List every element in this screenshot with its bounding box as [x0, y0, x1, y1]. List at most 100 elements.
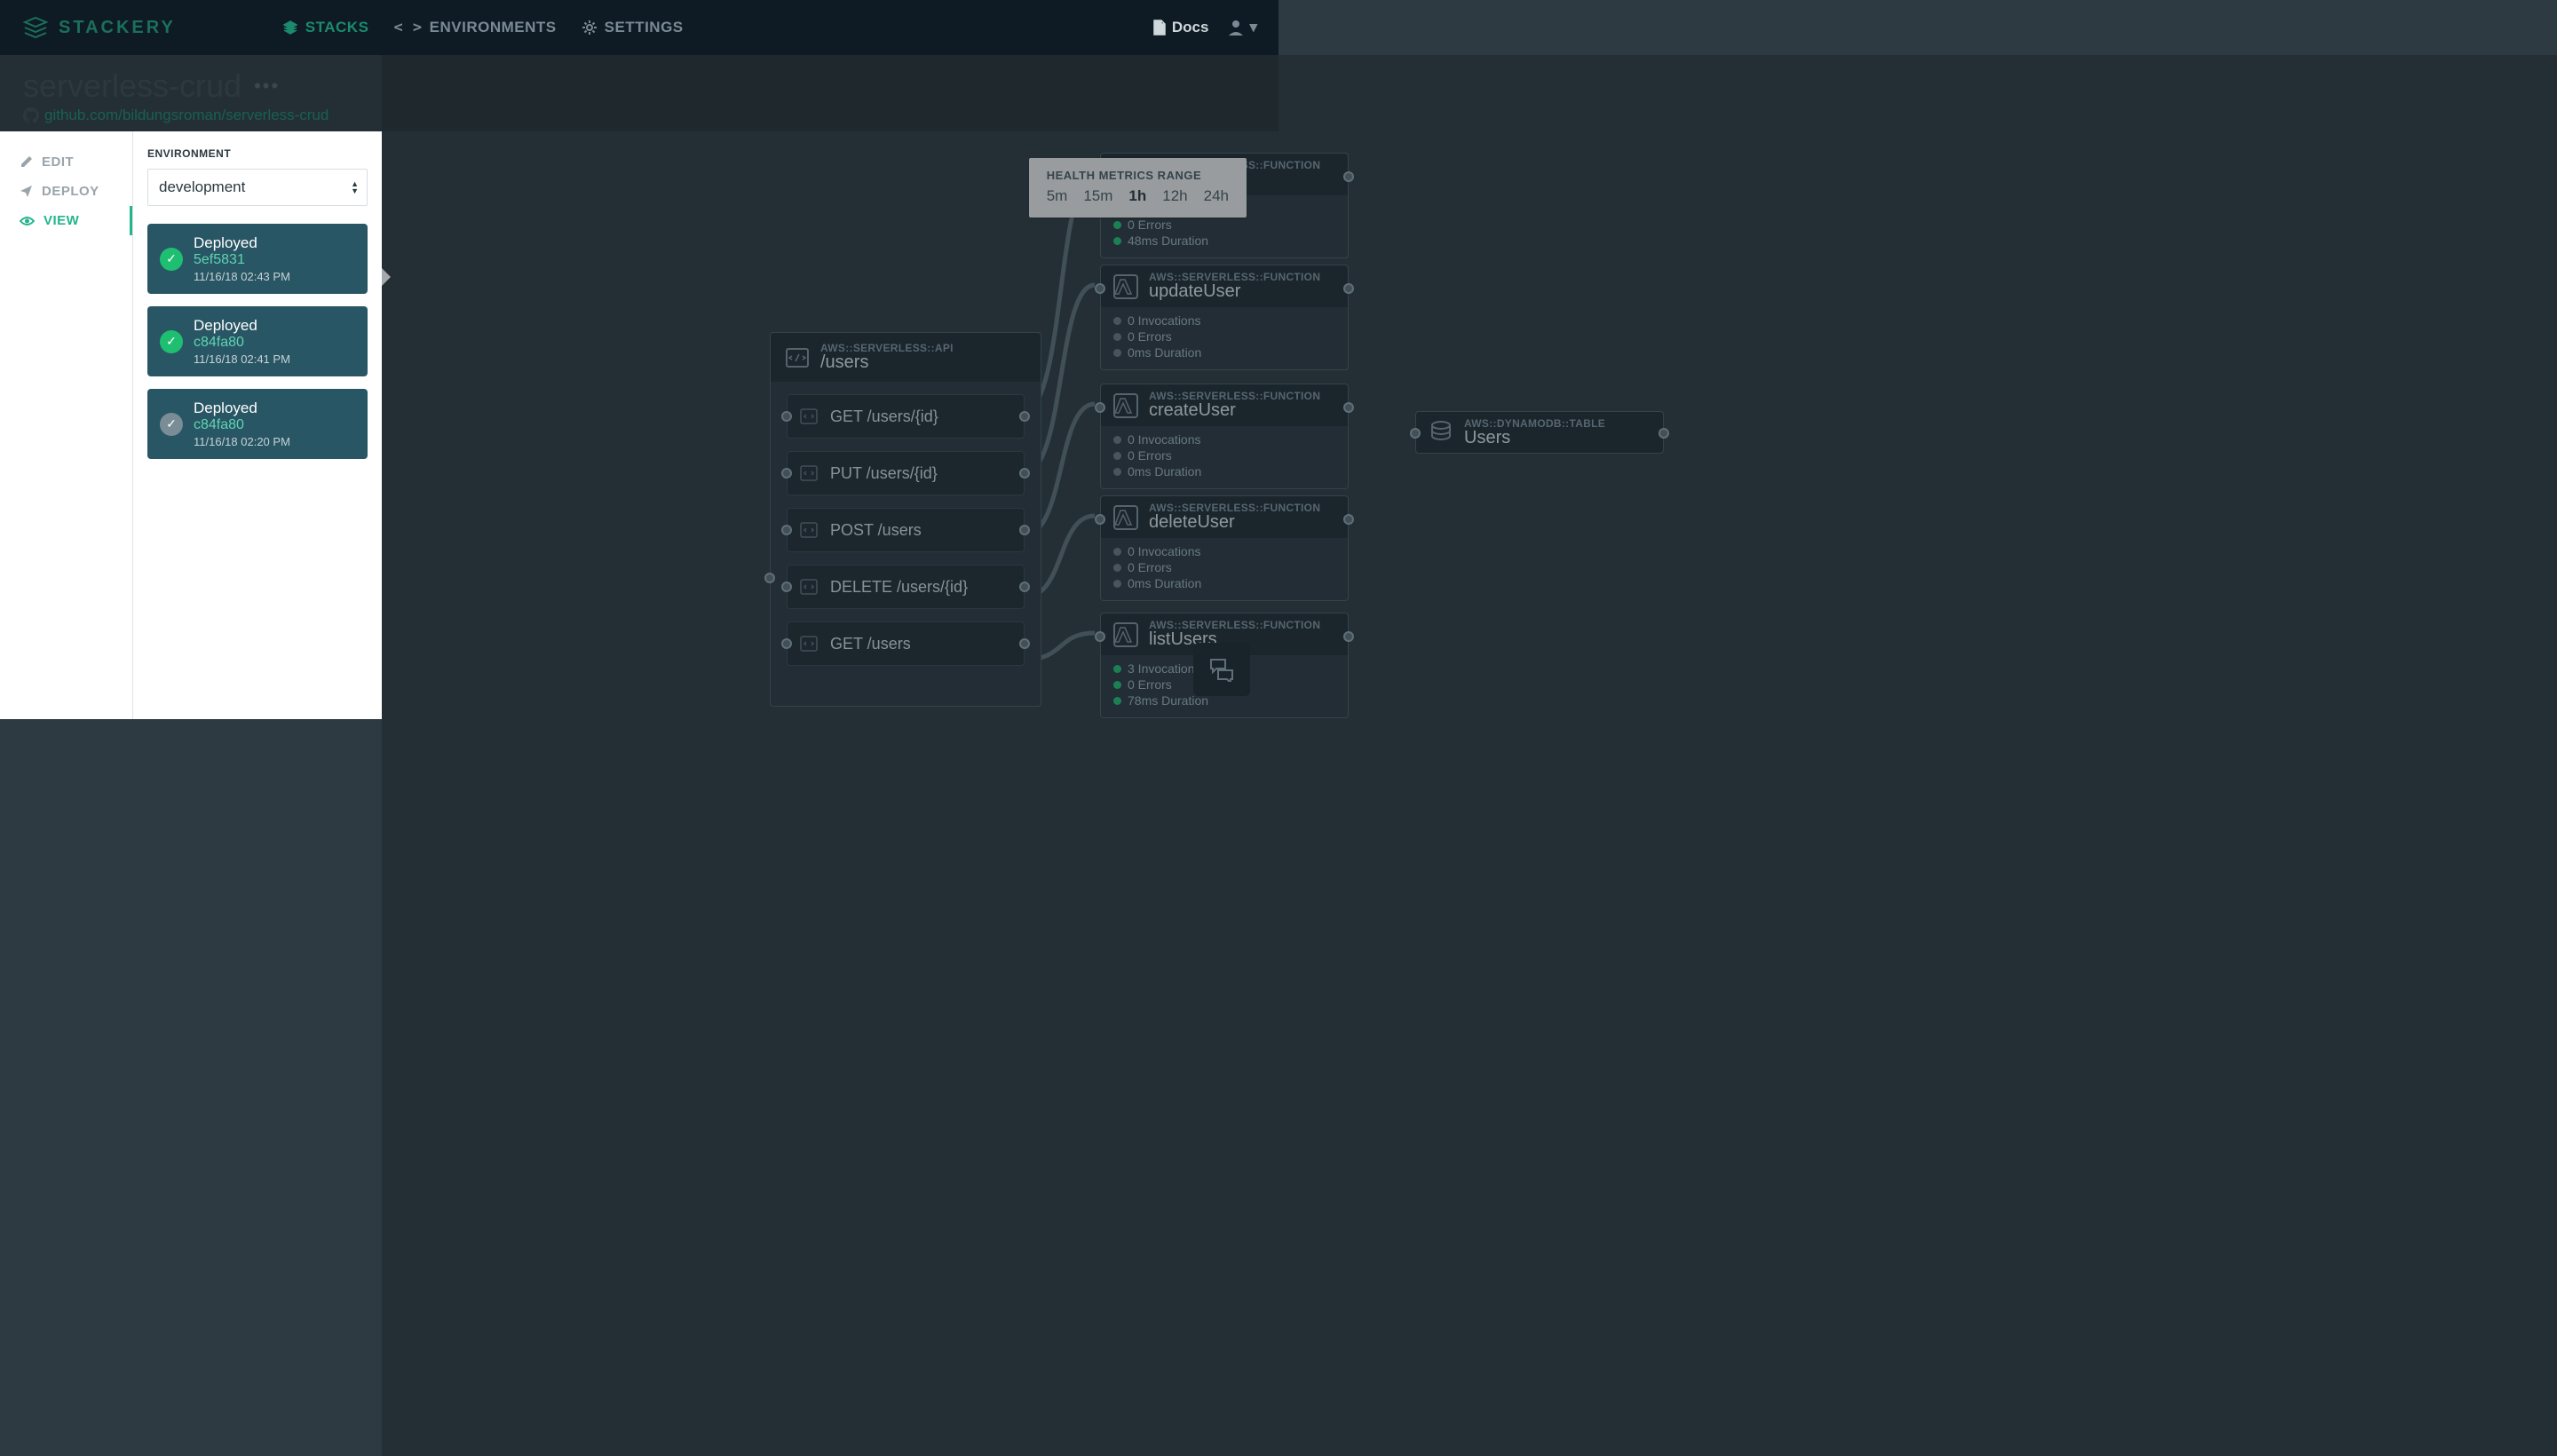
- function-port-in[interactable]: [1095, 631, 1105, 642]
- function-port-out[interactable]: [1343, 283, 1354, 294]
- function-port-in[interactable]: [1095, 514, 1105, 525]
- health-range-5m[interactable]: 5m: [1047, 187, 1068, 205]
- user-menu[interactable]: ▾: [1226, 18, 1257, 37]
- stack-header: serverless-crud ••• github.com/bildungsr…: [0, 55, 1278, 131]
- deploy-time: 11/16/18 02:20 PM: [194, 435, 290, 448]
- chat-icon: [1208, 657, 1235, 682]
- table-port-in[interactable]: [1410, 428, 1421, 439]
- metric-errors: 0 Errors: [1113, 217, 1335, 233]
- route-port-in[interactable]: [781, 411, 792, 422]
- route-port-out[interactable]: [1019, 525, 1030, 535]
- github-icon: [23, 107, 39, 123]
- nav-environments[interactable]: < > ENVIRONMENTS: [393, 19, 556, 36]
- lambda-icon: [1112, 273, 1140, 301]
- route-port-in[interactable]: [781, 525, 792, 535]
- function-port-in[interactable]: [1095, 283, 1105, 294]
- brand-text: STACKERY: [59, 18, 176, 38]
- health-metrics-panel: HEALTH METRICS RANGE 5m 15m 1h 12h 24h: [1029, 158, 1247, 218]
- canvas[interactable]: AWS::SERVERLESS::API /users GET /users/{…: [382, 131, 1278, 719]
- health-range-15m[interactable]: 15m: [1083, 187, 1112, 205]
- metric-invocations: 0 Invocations: [1113, 313, 1335, 328]
- function-port-out[interactable]: [1343, 631, 1354, 642]
- stacks-icon: [282, 20, 298, 36]
- deployment-card[interactable]: ✓ Deployed c84fa80 11/16/18 02:20 PM: [147, 389, 368, 459]
- deployment-card[interactable]: ✓ Deployed c84fa80 11/16/18 02:41 PM: [147, 306, 368, 376]
- deploy-hash: c84fa80: [194, 417, 290, 433]
- function-port-in[interactable]: [1095, 402, 1105, 413]
- function-name: updateUser: [1149, 281, 1320, 302]
- route-port-in[interactable]: [781, 468, 792, 479]
- deploy-status: Deployed: [194, 317, 290, 335]
- lambda-icon: [1112, 392, 1140, 420]
- api-port-in[interactable]: [764, 573, 775, 583]
- deploy-time: 11/16/18 02:43 PM: [194, 270, 290, 283]
- metric-duration: 0ms Duration: [1113, 575, 1335, 591]
- sidebar-edit[interactable]: EDIT: [0, 147, 132, 177]
- table-name: Users: [1464, 428, 1605, 448]
- metric-duration: 0ms Duration: [1113, 463, 1335, 479]
- health-title: HEALTH METRICS RANGE: [1047, 169, 1229, 182]
- route-port-out[interactable]: [1019, 411, 1030, 422]
- route-text: GET /users: [830, 635, 911, 653]
- route-icon: [798, 519, 819, 541]
- api-route[interactable]: GET /users: [787, 621, 1025, 666]
- function-name: deleteUser: [1149, 512, 1320, 533]
- stackery-logo-icon: [21, 15, 50, 40]
- code-icon: < >: [393, 19, 422, 36]
- metric-invocations: 0 Invocations: [1113, 431, 1335, 447]
- api-route[interactable]: POST /users: [787, 508, 1025, 552]
- brand-logo[interactable]: STACKERY: [21, 15, 176, 40]
- chat-button[interactable]: [1193, 643, 1250, 696]
- route-port-in[interactable]: [781, 582, 792, 592]
- nav-right: Docs ▾: [1152, 18, 1257, 37]
- docs-link[interactable]: Docs: [1152, 19, 1209, 36]
- health-range-1h[interactable]: 1h: [1128, 187, 1146, 205]
- api-route[interactable]: PUT /users/{id}: [787, 451, 1025, 495]
- environment-panel: ENVIRONMENT ▲▼ ✓ Deployed 5ef5831 11/16/…: [133, 131, 382, 719]
- function-port-out[interactable]: [1343, 402, 1354, 413]
- function-node-deleteUser[interactable]: AWS::SERVERLESS::FUNCTION deleteUser 0 I…: [1100, 495, 1349, 601]
- route-port-out[interactable]: [1019, 468, 1030, 479]
- api-route[interactable]: GET /users/{id}: [787, 394, 1025, 439]
- metric-invocations: 0 Invocations: [1113, 543, 1335, 559]
- function-node-createUser[interactable]: AWS::SERVERLESS::FUNCTION createUser 0 I…: [1100, 384, 1349, 489]
- eye-icon: [20, 216, 35, 226]
- stack-title: serverless-crud: [23, 67, 241, 105]
- lambda-icon: [1112, 621, 1140, 649]
- nav-settings[interactable]: SETTINGS: [582, 19, 684, 36]
- route-port-in[interactable]: [781, 638, 792, 649]
- function-node-updateUser[interactable]: AWS::SERVERLESS::FUNCTION updateUser 0 I…: [1100, 265, 1349, 370]
- stack-more-menu[interactable]: •••: [254, 75, 280, 98]
- deploy-status: Deployed: [194, 234, 290, 252]
- health-range-24h[interactable]: 24h: [1204, 187, 1229, 205]
- nav-stacks[interactable]: STACKS: [282, 19, 369, 36]
- metric-duration: 48ms Duration: [1113, 233, 1335, 249]
- sidebar-view[interactable]: VIEW: [0, 206, 132, 235]
- metric-errors: 0 Errors: [1113, 328, 1335, 344]
- deployment-card[interactable]: ✓ Deployed 5ef5831 11/16/18 02:43 PM: [147, 224, 368, 294]
- route-icon: [798, 406, 819, 427]
- function-name: createUser: [1149, 400, 1320, 421]
- paper-plane-icon: [20, 185, 33, 198]
- sidebar-deploy[interactable]: DEPLOY: [0, 177, 132, 206]
- select-arrows-icon: ▲▼: [351, 180, 359, 194]
- environment-select[interactable]: [147, 169, 368, 206]
- function-port-out[interactable]: [1343, 171, 1354, 182]
- table-port-out[interactable]: [1658, 428, 1669, 439]
- api-node[interactable]: AWS::SERVERLESS::API /users GET /users/{…: [770, 332, 1041, 707]
- route-text: POST /users: [830, 521, 922, 540]
- repo-link[interactable]: github.com/bildungsroman/serverless-crud: [44, 107, 329, 124]
- route-port-out[interactable]: [1019, 638, 1030, 649]
- dynamodb-table-node[interactable]: AWS::DYNAMODB::TABLE Users: [1415, 411, 1664, 454]
- metric-errors: 0 Errors: [1113, 559, 1335, 575]
- check-icon: ✓: [160, 248, 183, 271]
- check-icon: ✓: [160, 413, 183, 436]
- route-icon: [798, 576, 819, 597]
- health-range-12h[interactable]: 12h: [1162, 187, 1187, 205]
- api-route[interactable]: DELETE /users/{id}: [787, 565, 1025, 609]
- deploy-status: Deployed: [194, 400, 290, 417]
- api-icon: [783, 344, 811, 372]
- route-port-out[interactable]: [1019, 582, 1030, 592]
- function-port-out[interactable]: [1343, 514, 1354, 525]
- panel-pointer: [380, 266, 391, 288]
